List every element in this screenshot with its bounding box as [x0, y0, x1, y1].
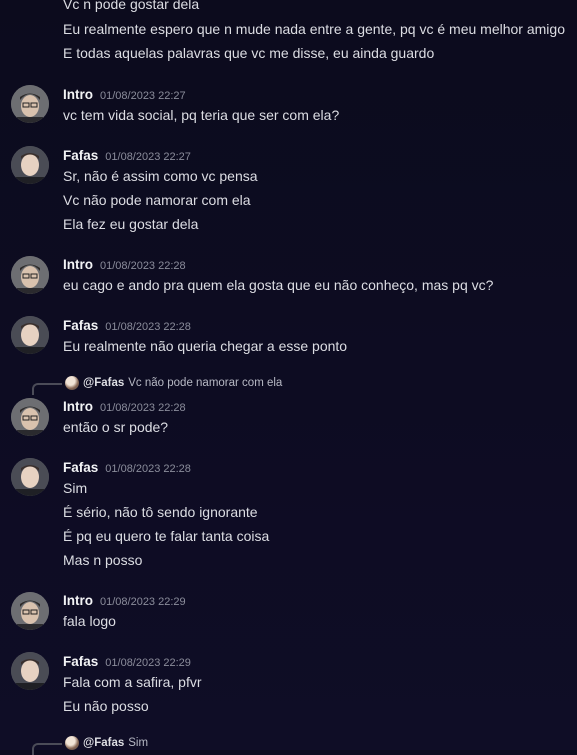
message-header: Intro 01/08/2023 22:29	[63, 593, 186, 609]
reply-reference[interactable]: @Fafas Vc não pode namorar com ela	[32, 376, 282, 395]
author-name[interactable]: Intro	[63, 257, 93, 272]
avatar-intro[interactable]	[11, 398, 49, 436]
author-name[interactable]: Intro	[63, 593, 93, 608]
reply-avatar	[65, 376, 79, 390]
message-header: Fafas 01/08/2023 22:28	[63, 460, 191, 476]
reply-text[interactable]: Vc não pode namorar com ela	[128, 377, 282, 389]
message-line: Ela fez eu gostar dela	[63, 216, 199, 232]
avatar-fafas[interactable]	[11, 316, 49, 354]
message-line: Sim	[63, 480, 88, 496]
timestamp: 01/08/2023 22:29	[100, 596, 186, 608]
message-line: Eu realmente não queria chegar a esse po…	[63, 338, 348, 354]
timestamp: 01/08/2023 22:28	[100, 402, 186, 414]
reply-spine	[32, 743, 62, 755]
message-line: É sério, não tô sendo ignorante	[63, 504, 258, 520]
reply-spine	[32, 383, 62, 395]
author-name[interactable]: Intro	[63, 87, 93, 102]
message-line: Sr, não é assim como vc pensa	[63, 168, 258, 184]
author-name[interactable]: Fafas	[63, 148, 98, 163]
avatar-fafas[interactable]	[11, 652, 49, 690]
message-line: vc tem vida social, pq teria que ser com…	[63, 107, 340, 123]
author-name[interactable]: Intro	[63, 399, 93, 414]
avatar-fafas[interactable]	[11, 458, 49, 496]
reply-author[interactable]: @Fafas	[83, 737, 124, 749]
avatar-intro[interactable]	[11, 85, 49, 123]
reply-author[interactable]: @Fafas	[83, 377, 124, 389]
message-line: Vc n pode gostar dela	[63, 0, 200, 12]
reply-text[interactable]: Sim	[128, 737, 148, 749]
reply-avatar	[65, 736, 79, 750]
message-header: Fafas 01/08/2023 22:27	[63, 148, 191, 164]
timestamp: 01/08/2023 22:28	[105, 321, 191, 333]
author-name[interactable]: Fafas	[63, 460, 98, 475]
message-header: Fafas 01/08/2023 22:29	[63, 654, 191, 670]
message-line: fala logo	[63, 613, 116, 629]
timestamp: 01/08/2023 22:27	[100, 90, 186, 102]
author-name[interactable]: Fafas	[63, 318, 98, 333]
timestamp: 01/08/2023 22:27	[105, 151, 191, 163]
message-header: Intro 01/08/2023 22:28	[63, 257, 186, 273]
timestamp: 01/08/2023 22:29	[105, 657, 191, 669]
author-name[interactable]: Fafas	[63, 654, 98, 669]
avatar-fafas[interactable]	[11, 146, 49, 184]
message-line: eu cago e ando pra quem ela gosta que eu…	[63, 277, 494, 293]
message-line: Mas n posso	[63, 552, 143, 568]
message-line: E todas aquelas palavras que vc me disse…	[63, 45, 435, 61]
message-line: É pq eu quero te falar tanta coisa	[63, 528, 270, 544]
timestamp: 01/08/2023 22:28	[100, 260, 186, 272]
message-line: então o sr pode?	[63, 419, 169, 435]
reply-reference[interactable]: @Fafas Sim	[32, 736, 148, 755]
avatar-intro[interactable]	[11, 592, 49, 630]
message-line: Vc não pode namorar com ela	[63, 192, 251, 208]
timestamp: 01/08/2023 22:28	[105, 463, 191, 475]
avatar-intro[interactable]	[11, 256, 49, 294]
message-header: Intro 01/08/2023 22:27	[63, 87, 186, 103]
message-header: Intro 01/08/2023 22:28	[63, 399, 186, 415]
message-header: Fafas 01/08/2023 22:28	[63, 318, 191, 334]
message-line: Fala com a safira, pfvr	[63, 674, 202, 690]
message-line: Eu realmente espero que n mude nada entr…	[63, 21, 565, 37]
message-line: Eu não posso	[63, 698, 149, 714]
